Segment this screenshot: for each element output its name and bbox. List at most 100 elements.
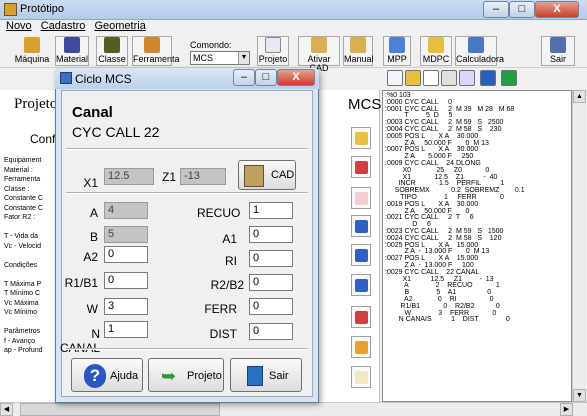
classe-button[interactable]: Classe (96, 36, 128, 66)
app-icon (4, 3, 17, 16)
project-detail-line: Ferramenta (4, 176, 41, 183)
side-tool-7[interactable] (351, 306, 371, 328)
dialog-icon (60, 72, 72, 84)
projeto-button[interactable]: Projeto (257, 36, 289, 66)
project-detail-line: Condições (4, 261, 38, 269)
exit-icon (550, 37, 566, 53)
side-tool-5[interactable] (351, 244, 371, 266)
z1-label: Z1 (161, 170, 176, 184)
ativar-cad-button[interactable]: Ativar CAD (298, 36, 340, 73)
sair-dialog-button[interactable]: Sair (230, 358, 302, 392)
main-title-bar: Protótipo ‒ □ X (0, 0, 587, 20)
new-file-icon[interactable] (387, 70, 403, 86)
z1-field: -13 (180, 168, 226, 185)
r2b2-field[interactable]: 0 (249, 274, 293, 291)
material-button[interactable]: Material (55, 36, 89, 66)
side-tool-2[interactable] (351, 156, 371, 178)
cut-icon[interactable] (441, 70, 457, 86)
mpp-button[interactable]: MPP (383, 36, 411, 66)
w-field[interactable]: 3 (104, 298, 148, 315)
side-tool-1[interactable] (351, 127, 371, 149)
mcs-title: MCS (348, 96, 382, 113)
scroll-right-icon[interactable]: ▶ (560, 403, 573, 416)
open-folder-icon[interactable] (405, 70, 421, 86)
projeto-title: Projeto (14, 96, 58, 112)
scroll-left-icon[interactable]: ◀ (0, 403, 13, 416)
cycle-subtitle: CYC CALL 22 (72, 124, 160, 140)
machine-icon (24, 37, 40, 53)
project-detail-line: ap - Profund (4, 347, 43, 354)
mdpc-button[interactable]: MDPC (420, 36, 452, 66)
close-button[interactable]: X (535, 1, 579, 18)
manual-button[interactable]: Manual (343, 36, 374, 66)
maximize-button[interactable]: □ (509, 1, 535, 18)
ri-field[interactable]: 0 (249, 250, 293, 267)
groove-icon (355, 279, 368, 292)
horizontal-scrollbar[interactable]: ◀ ▶ (0, 402, 587, 416)
chevron-down-icon[interactable]: ▼ (238, 52, 249, 64)
side-tool-3[interactable] (351, 187, 371, 209)
nc-program-text[interactable]: :%0 103 :0000 CYC CALL 0 :0001 CYC CALL … (382, 90, 572, 402)
m-code-icon (355, 161, 368, 174)
separator (66, 148, 308, 150)
project-detail-line: Classe : (4, 185, 30, 193)
maquina-button[interactable]: Máquina (12, 36, 52, 66)
menu-bar: Novo Cadastro Geometria (0, 20, 587, 34)
save-icon[interactable] (501, 70, 517, 86)
curve-icon (355, 192, 368, 205)
scroll-up-icon[interactable]: ▲ (573, 90, 586, 103)
paste-icon[interactable] (459, 70, 475, 86)
dialog-title: Ciclo MCS (75, 72, 132, 86)
r2b2-label: R2/B2 (210, 278, 244, 292)
window-title: Protótipo (20, 3, 65, 15)
dialog-maximize-button[interactable]: □ (255, 69, 277, 86)
menu-cadastro[interactable]: Cadastro (41, 20, 86, 32)
a-label: A (89, 206, 98, 220)
projeto-dialog-button[interactable]: ➥ Projeto (148, 358, 224, 392)
side-tool-8[interactable] (351, 336, 371, 358)
project-detail-line: Vc - Velocid (4, 242, 41, 250)
dist-label: DIST (209, 327, 237, 341)
menu-geometria[interactable]: Geometria (94, 20, 145, 32)
calculator-icon (468, 37, 484, 53)
project-detail-line: Constante C (4, 195, 43, 202)
side-tool-6[interactable] (351, 274, 371, 296)
dialog-close-button[interactable]: X (277, 69, 315, 86)
calculadora-button[interactable]: Calculadora (455, 36, 504, 66)
menu-novo[interactable]: Novo (6, 20, 32, 32)
dist-field[interactable]: 0 (249, 323, 293, 340)
ajuda-button[interactable]: ? Ajuda (71, 358, 143, 392)
comando-select[interactable]: MCS ▼ (190, 51, 250, 65)
sair-toolbar-button[interactable]: Sair (541, 36, 575, 66)
scroll-down-icon[interactable]: ▼ (573, 389, 586, 402)
help-icon: ? (84, 364, 106, 388)
separator (66, 192, 308, 194)
ferr-field[interactable]: 0 (249, 298, 293, 315)
r1b1-field[interactable]: 0 (104, 272, 148, 289)
vertical-scrollbar[interactable]: ▲ ▼ (572, 90, 586, 402)
w-label: W (86, 302, 98, 316)
a1-field[interactable]: 0 (249, 226, 293, 243)
dialog-title-bar: Ciclo MCS ‒ □ X (55, 68, 319, 89)
copy-icon[interactable] (423, 70, 439, 86)
cad-button[interactable]: CAD (238, 160, 296, 190)
project-detail-line: Equipament (4, 157, 42, 164)
ncanal-label: N CANAL (59, 327, 100, 355)
cycle-icon (355, 132, 368, 145)
minimize-button[interactable]: ‒ (483, 1, 509, 18)
material-icon (64, 37, 80, 53)
ncanal-field[interactable]: 1 (104, 321, 148, 338)
recuo-field[interactable]: 1 (249, 202, 293, 219)
a2-field[interactable]: 0 (104, 246, 148, 263)
recuo-label: RECUO (197, 206, 241, 220)
undo-icon[interactable] (480, 70, 496, 86)
ferramenta-button[interactable]: Ferramenta (132, 36, 180, 66)
side-tool-9[interactable] (351, 366, 371, 388)
step-icon (355, 249, 368, 262)
scroll-thumb[interactable] (20, 403, 220, 416)
project-detail-line: T Mínimo C (4, 290, 41, 297)
manual-icon (350, 37, 366, 53)
side-tool-4[interactable] (351, 215, 371, 237)
dialog-minimize-button[interactable]: ‒ (233, 69, 255, 86)
project-detail-line: T Máxima P (4, 280, 42, 288)
